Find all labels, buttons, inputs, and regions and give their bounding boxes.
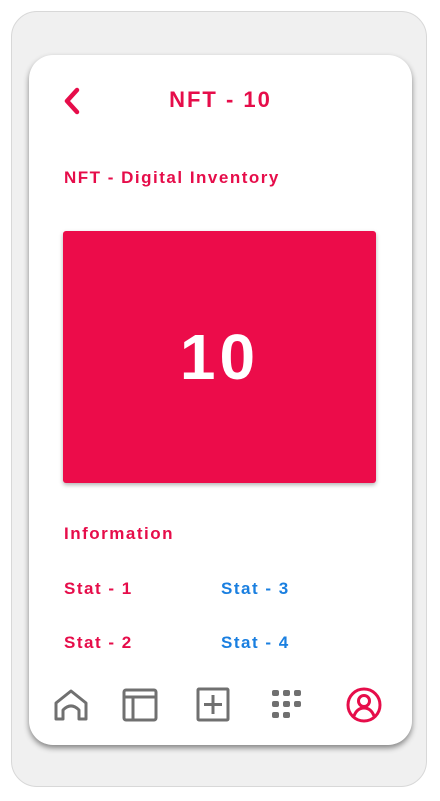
header: NFT - 10 [29,81,412,121]
information-title: Information [64,524,174,543]
stat-3[interactable]: Stat - 3 [221,579,290,599]
add-square-icon [196,687,230,722]
nft-card[interactable]: 10 [63,231,376,483]
nav-add[interactable] [193,685,233,725]
profile-icon [346,687,382,723]
stat-2[interactable]: Stat - 2 [64,633,133,653]
stat-4[interactable]: Stat - 4 [221,633,290,653]
nav-home[interactable] [51,685,91,725]
section-title: NFT - Digital Inventory [64,168,280,187]
nav-profile[interactable] [344,685,384,725]
layout-icon [122,688,158,722]
stat-1[interactable]: Stat - 1 [64,579,133,599]
home-icon [54,689,88,721]
nav-apps[interactable] [267,685,307,725]
nft-number: 10 [179,321,260,393]
page-title: NFT - 10 [169,87,272,112]
nav-layout[interactable] [120,685,160,725]
bottom-nav [29,685,412,725]
app-screen: NFT - 10 NFT - Digital Inventory 10 Info… [29,55,412,745]
apps-grid-icon [272,690,301,718]
